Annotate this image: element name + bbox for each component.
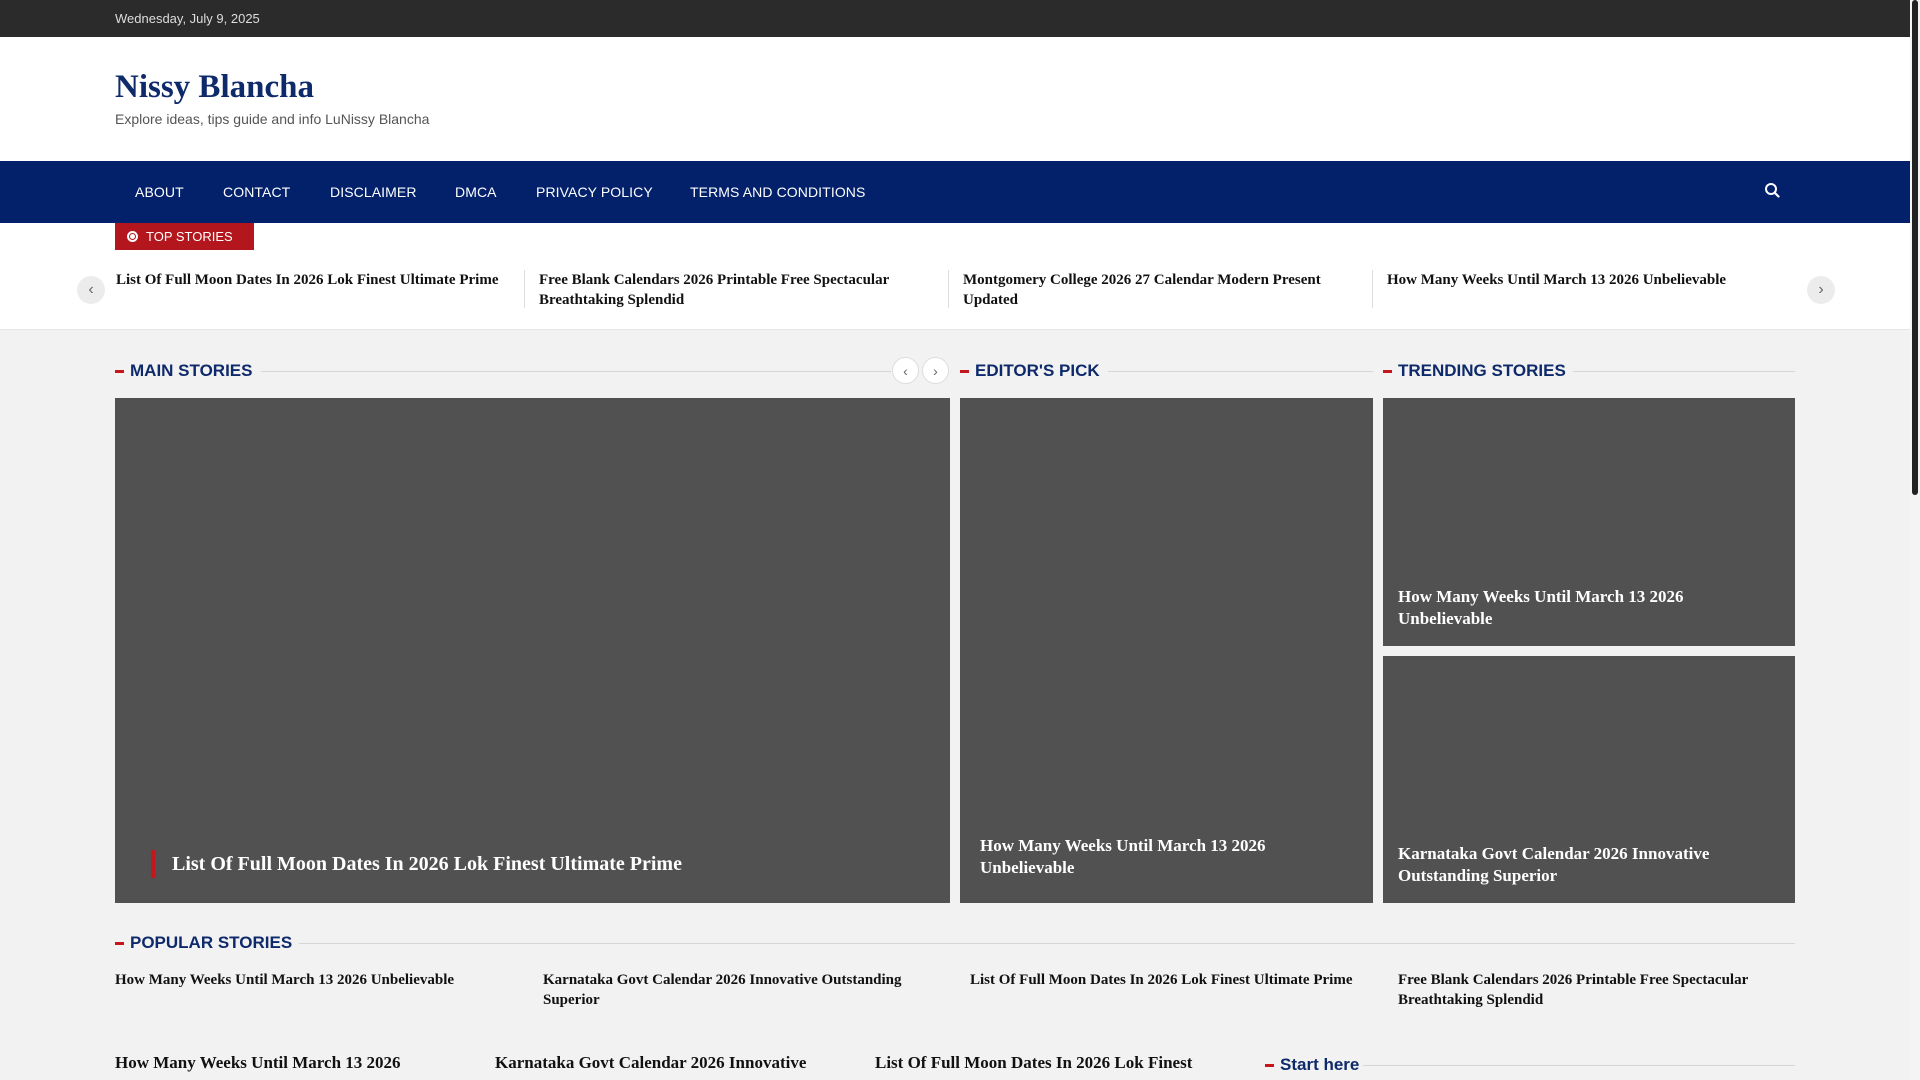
story-list-item[interactable]: How Many Weeks Until March 13 2026 [115, 1053, 475, 1073]
trending-story-title[interactable]: How Many Weeks Until March 13 2026 Unbel… [1398, 586, 1755, 630]
heading-rule [1108, 371, 1373, 372]
chevron-left-icon: ‹ [903, 362, 908, 379]
record-icon [127, 231, 138, 242]
heading-accent [960, 370, 969, 373]
trending-stories-label: TRENDING STORIES [1398, 361, 1566, 380]
editors-pick-label: EDITOR'S PICK [975, 361, 1100, 380]
heading-rule [1573, 371, 1795, 372]
chevron-right-icon: › [933, 362, 938, 379]
nav-privacy-policy[interactable]: PRIVACY POLICY [536, 184, 653, 200]
heading-accent [115, 370, 124, 373]
ticker-divider [948, 270, 949, 308]
start-here-label: Start here [1280, 1055, 1360, 1074]
ticker-item[interactable]: List Of Full Moon Dates In 2026 Lok Fine… [116, 270, 516, 290]
heading-rule [1363, 1065, 1795, 1066]
main-stories-next-button[interactable]: › [922, 357, 949, 384]
start-here-heading: Start here [1265, 1055, 1795, 1075]
ticker-prev-button[interactable]: ‹ [77, 276, 105, 304]
popular-story-item[interactable]: List Of Full Moon Dates In 2026 Lok Fine… [970, 970, 1360, 990]
trending-story-title[interactable]: Karnataka Govt Calendar 2026 Innovative … [1398, 843, 1755, 887]
search-icon[interactable] [1762, 180, 1784, 202]
editors-pick-card[interactable]: How Many Weeks Until March 13 2026 Unbel… [960, 398, 1373, 903]
popular-stories-label: POPULAR STORIES [130, 933, 293, 952]
nav-disclaimer[interactable]: DISCLAIMER [330, 184, 417, 200]
main-stories-label: MAIN STORIES [130, 361, 253, 380]
popular-story-item[interactable]: Free Blank Calendars 2026 Printable Free… [1398, 970, 1788, 1010]
popular-stories-heading: POPULAR STORIES [115, 933, 1795, 953]
nav-dmca[interactable]: DMCA [455, 184, 497, 200]
nav-terms-and-conditions[interactable]: TERMS AND CONDITIONS [690, 184, 865, 200]
heading-accent [115, 942, 124, 945]
heading-rule [299, 943, 1795, 944]
trending-story-card[interactable]: Karnataka Govt Calendar 2026 Innovative … [1383, 656, 1795, 903]
heading-rule [261, 371, 891, 372]
heading-accent [1265, 1064, 1274, 1067]
heading-accent [1383, 370, 1392, 373]
ticker-item[interactable]: Montgomery College 2026 27 Calendar Mode… [963, 270, 1363, 310]
site-tagline: Explore ideas, tips guide and info LuNis… [115, 111, 430, 127]
top-stories-badge: TOP STORIES [115, 223, 254, 250]
top-bar: Wednesday, July 9, 2025 [0, 0, 1910, 37]
nav-contact[interactable]: CONTACT [223, 184, 290, 200]
site-header: Nissy Blancha Explore ideas, tips guide … [0, 37, 1910, 161]
top-stories-label: TOP STORIES [146, 229, 233, 244]
main-navigation: ABOUT CONTACT DISCLAIMER DMCA PRIVACY PO… [0, 161, 1910, 223]
site-title[interactable]: Nissy Blancha [115, 69, 314, 106]
main-stories-prev-button[interactable]: ‹ [892, 357, 919, 384]
chevron-right-icon: › [1818, 281, 1824, 298]
popular-story-item[interactable]: How Many Weeks Until March 13 2026 Unbel… [115, 970, 505, 990]
ticker-item[interactable]: Free Blank Calendars 2026 Printable Free… [539, 270, 939, 310]
main-stories-heading: MAIN STORIES [115, 361, 950, 381]
current-date: Wednesday, July 9, 2025 [115, 11, 260, 26]
ticker-divider [524, 270, 525, 308]
trending-story-card[interactable]: How Many Weeks Until March 13 2026 Unbel… [1383, 398, 1795, 646]
nav-about[interactable]: ABOUT [135, 184, 184, 200]
trending-stories-heading: TRENDING STORIES [1383, 361, 1795, 381]
chevron-left-icon: ‹ [88, 281, 94, 298]
ticker-item[interactable]: How Many Weeks Until March 13 2026 Unbel… [1387, 270, 1787, 290]
editors-pick-title[interactable]: How Many Weeks Until March 13 2026 Unbel… [980, 835, 1343, 879]
editors-pick-heading: EDITOR'S PICK [960, 361, 1373, 381]
scrollbar-thumb[interactable] [1912, 0, 1918, 495]
story-list-item[interactable]: List Of Full Moon Dates In 2026 Lok Fine… [875, 1053, 1235, 1073]
ticker-next-button[interactable]: › [1807, 276, 1835, 304]
main-story-title[interactable]: List Of Full Moon Dates In 2026 Lok Fine… [151, 850, 682, 878]
ticker-divider [1372, 270, 1373, 308]
popular-story-item[interactable]: Karnataka Govt Calendar 2026 Innovative … [543, 970, 933, 1010]
page: Wednesday, July 9, 2025 Nissy Blancha Ex… [0, 0, 1920, 1080]
main-story-card[interactable]: List Of Full Moon Dates In 2026 Lok Fine… [115, 398, 950, 903]
top-stories-ticker: TOP STORIES ‹ List Of Full Moon Dates In… [0, 223, 1910, 330]
story-list-item[interactable]: Karnataka Govt Calendar 2026 Innovative [495, 1053, 855, 1073]
